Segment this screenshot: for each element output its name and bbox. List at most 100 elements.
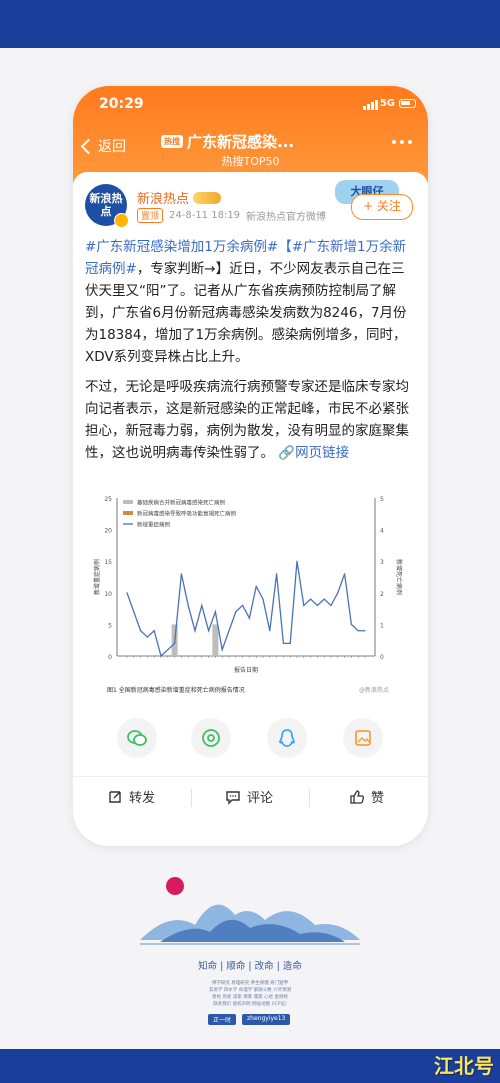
mountain-logo: [140, 877, 360, 945]
web-link[interactable]: 🔗网页链接: [274, 445, 349, 461]
site-footer: 知命 | 顺命 | 改命 | 造命 佛学研究 易理研究 养生保健 奇门遁甲 玄易学 风水学 …: [140, 870, 360, 1030]
line-point: [126, 592, 128, 594]
post-card: 新浪热点 新浪热点 置顶 24-8-11 18:19 新浪热点官方微博 大眼仔 …: [73, 172, 428, 846]
bottom-band: [0, 1049, 500, 1083]
line-point: [221, 649, 223, 651]
post-meta: 置顶 24-8-11 18:19 新浪热点官方微博: [137, 208, 326, 223]
paragraph-2-text: 不过，无论是呼吸疾病流行病预警专家还是临床专家均向记者表示，这是新冠感染的正常起…: [85, 379, 409, 461]
network-type: 5G: [379, 98, 395, 109]
y-tick-label-left: 15: [104, 559, 112, 566]
chart-image[interactable]: 0 5 10 15 20 25 0 1 2 3 4 5 新增重症病例 新增死亡病例 基础疾病合并新冠病毒感染…: [85, 486, 415, 704]
signal-icon: [363, 99, 378, 110]
y-axis-title-left: 新增重症病例: [93, 559, 101, 595]
hot-badge: 热搜: [161, 135, 183, 148]
post-timestamp: 24-8-11 18:19: [169, 210, 241, 221]
y-tick-label-right: 3: [380, 559, 384, 566]
line-point: [330, 604, 332, 607]
line-point: [208, 630, 210, 632]
moments-icon[interactable]: [191, 718, 231, 758]
footer-link[interactable]: 造命: [283, 961, 302, 972]
line-point: [255, 585, 257, 588]
line-point: [316, 604, 318, 607]
line-point: [248, 617, 250, 619]
line-point: [310, 598, 312, 600]
line-point: [146, 636, 148, 638]
bar-comorbidity-death: [212, 624, 219, 656]
line-point: [242, 604, 244, 607]
y-tick-label-left: 0: [108, 654, 112, 661]
line-point: [153, 630, 155, 632]
more-button[interactable]: [392, 140, 412, 144]
line-point: [303, 604, 305, 607]
chart-caption: 图1 全国新冠病毒感染新增重症和死亡病例报告情况: [107, 686, 245, 694]
post-paragraph-2: 不过，无论是呼吸疾病流行病预警专家还是临床专家均向记者表示，这是新冠感染的正常起…: [85, 376, 413, 464]
line-point: [296, 560, 298, 562]
wechat-icon[interactable]: [117, 718, 157, 758]
like-label: 赞: [371, 791, 385, 806]
repost-label: 转发: [129, 791, 156, 806]
footer-link[interactable]: 知命: [198, 961, 217, 972]
line-point: [214, 611, 216, 613]
nav-bar: 返回 热搜 广东新冠感染... 热搜TOP50: [73, 126, 428, 172]
line-point: [187, 604, 189, 607]
action-divider: [309, 789, 310, 807]
footer-text: 联系我们 版权声明 网站地图 (ICP证): [213, 1002, 287, 1007]
corner-watermark: 江北号: [434, 1054, 494, 1078]
y-tick-label-right: 1: [380, 622, 384, 629]
top-band: [0, 0, 500, 48]
line-point: [323, 598, 325, 600]
page-title-text: 广东新冠感染...: [187, 133, 295, 151]
repost-icon: [109, 790, 121, 803]
line-point: [133, 611, 135, 613]
footer-text: 佛学研究 易理研究 养生保健 奇门遁甲: [211, 981, 289, 986]
avatar[interactable]: 新浪热点: [85, 184, 129, 228]
y-tick-label-right: 5: [380, 496, 384, 503]
legend-label: 新增重症病例: [137, 521, 171, 529]
y-tick-label-right: 4: [380, 528, 384, 535]
web-link-label: 网页链接: [295, 445, 350, 461]
line-point: [269, 630, 271, 632]
footer-text: 易经 周易 道家 佛家 儒家 心经 金刚经: [211, 995, 289, 1000]
line-point: [201, 604, 203, 607]
line-series-severe-cases: [126, 561, 365, 658]
repost-button[interactable]: 转发: [107, 787, 155, 806]
line-point: [167, 649, 169, 651]
follow-button[interactable]: + 关注: [351, 194, 413, 220]
footer-buttons: 正一时 zhengyiye13: [208, 1014, 291, 1025]
y-tick-label-left: 20: [104, 528, 112, 535]
line-point: [228, 630, 230, 632]
line-point: [289, 642, 291, 644]
legend-swatch: [123, 511, 133, 515]
comment-button[interactable]: 评论: [225, 787, 273, 806]
action-bar: 转发 评论 赞: [73, 776, 428, 817]
legend-label: 基础疾病合并新冠病毒感染死亡病例: [137, 499, 226, 507]
line-point: [140, 630, 142, 632]
comment-icon: [226, 790, 240, 805]
like-button[interactable]: 赞: [349, 787, 384, 806]
y-tick-label-left: 10: [104, 591, 112, 598]
y-axis-title-right: 新增死亡病例: [395, 559, 403, 595]
line-point: [276, 573, 278, 575]
footer-nav: 知命 | 顺命 | 改命 | 造命: [198, 961, 302, 972]
qq-icon[interactable]: [267, 718, 307, 758]
phone-frame: 20:29 5G 返回 热搜 广东新冠感染... 热搜TOP50 新浪热点 新浪…: [73, 86, 428, 846]
line-point: [180, 573, 182, 575]
footer-button[interactable]: 正一时: [208, 1014, 237, 1025]
share-icons-row: [73, 718, 428, 762]
author-name-row[interactable]: 新浪热点: [137, 188, 222, 207]
verified-badge-icon: [114, 213, 129, 228]
post-source: 新浪热点官方微博: [246, 212, 327, 223]
line-point: [282, 642, 284, 644]
post-paragraph-1: #广东新冠感染增加1万余病例#【#广东新增1万余新冠病例#，专家判断→】近日，不…: [85, 236, 413, 368]
footer-link[interactable]: 顺命: [226, 961, 245, 972]
page-title: 热搜 广东新冠感染...: [161, 131, 361, 152]
line-point: [350, 623, 352, 625]
status-time: 20:29: [99, 96, 144, 112]
line-point: [262, 598, 264, 600]
legend-swatch: [123, 500, 133, 504]
y-tick-label-right: 0: [380, 654, 384, 661]
gallery-icon[interactable]: [343, 718, 383, 758]
line-point: [194, 630, 196, 632]
footer-link[interactable]: 改命: [255, 961, 274, 972]
footer-button[interactable]: zhengyiye13: [242, 1014, 291, 1025]
